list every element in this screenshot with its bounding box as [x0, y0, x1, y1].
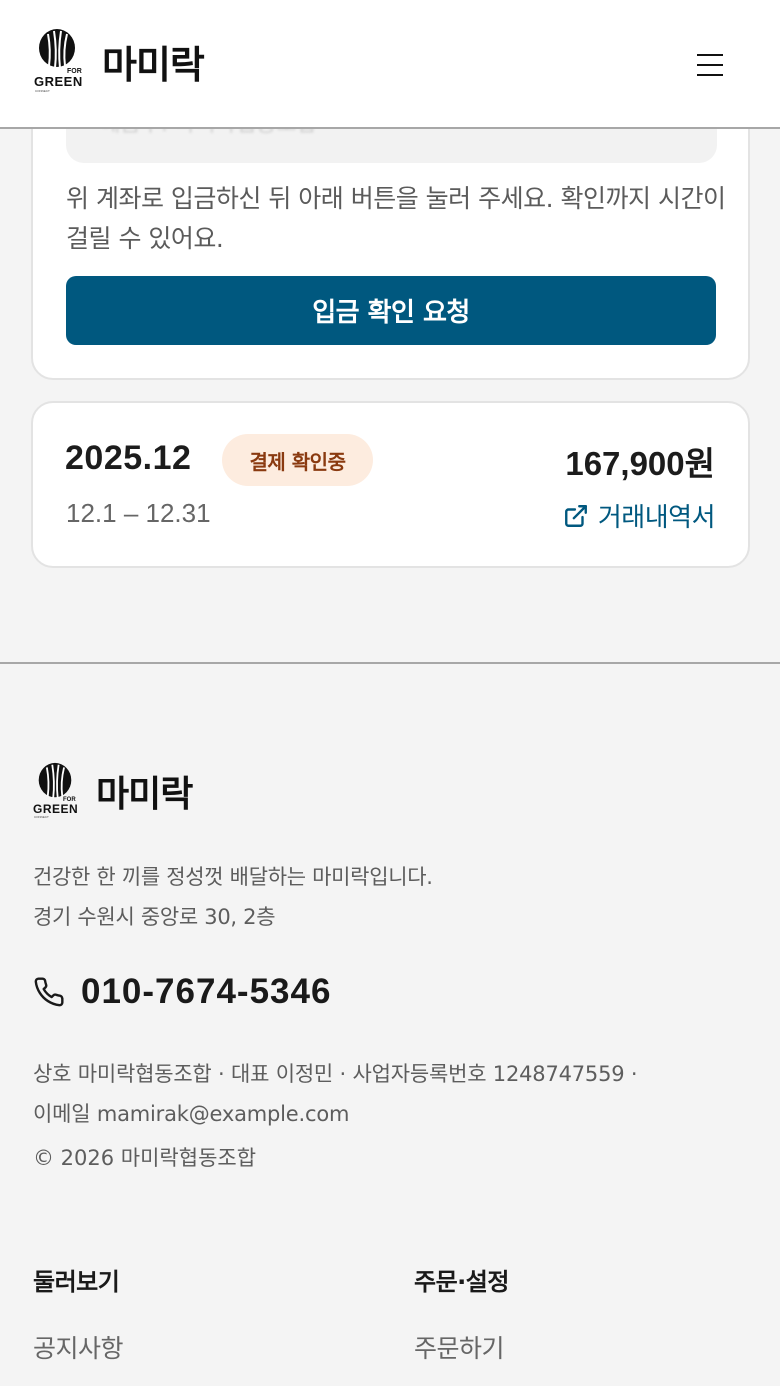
statement-link[interactable]: 거래내역서: [563, 497, 716, 534]
company-tagline: 건강한 한 끼를 정성껏 배달하는 마미락입니다.: [33, 865, 433, 889]
header-logo[interactable]: FOR GREEN CONNECT 마미락: [34, 28, 205, 94]
company-address: 경기 수원시 중앙로 30, 2층: [33, 905, 276, 929]
footer-link-order[interactable]: 주문하기: [414, 1329, 509, 1365]
copyright: © 2026 마미락협동조합: [33, 1146, 257, 1170]
site-footer: FOR GREEN CONNECT 마미락 건강한 한 끼를 정성껏 배달하는 …: [0, 662, 780, 1386]
billing-month: 2025.12: [65, 439, 192, 477]
billing-card[interactable]: 2025.12 결제 확인중 167,900원 12.1 – 12.31 거래내…: [31, 401, 750, 568]
footer-logo[interactable]: FOR GREEN CONNECT 마미락: [33, 762, 193, 820]
brand-name: 마미락: [102, 42, 205, 87]
footer-column-order: 주문·설정 주문하기: [414, 1262, 509, 1365]
phone-number: 010-7674-5346: [81, 972, 332, 1011]
status-badge: 결제 확인중: [222, 434, 373, 486]
business-email: 이메일 mamirak@example.com: [33, 1102, 350, 1126]
footer-description: 건강한 한 끼를 정성껏 배달하는 마미락입니다. 경기 수원시 중앙로 30,…: [33, 857, 433, 937]
deposit-notice: 위 계좌로 입금하신 뒤 아래 버튼을 눌러 주세요. 확인까지 시간이 걸릴 …: [66, 184, 726, 253]
phone-icon: [34, 977, 64, 1007]
business-info: 상호 마미락협동조합 · 대표 이정민 · 사업자등록번호 1248747559…: [33, 1054, 753, 1134]
hamburger-menu-icon[interactable]: [697, 52, 725, 78]
footer-column-browse: 둘러보기 공지사항: [33, 1262, 124, 1365]
leaf-logo-icon: FOR GREEN CONNECT: [34, 28, 84, 94]
leaf-logo-icon: FOR GREEN CONNECT: [33, 762, 79, 820]
external-link-icon: [564, 504, 587, 527]
deposit-confirm-button[interactable]: 입금 확인 요청: [66, 276, 716, 345]
billing-amount: 167,900원: [565, 445, 715, 482]
business-info-line: 상호 마미락협동조합 · 대표 이정민 · 사업자등록번호 1248747559…: [33, 1062, 638, 1086]
statement-link-label: 거래내역서: [597, 503, 716, 533]
app-header: FOR GREEN CONNECT 마미락: [0, 0, 780, 129]
billing-period: 12.1 – 12.31: [66, 498, 211, 528]
footer-link-notice[interactable]: 공지사항: [33, 1329, 124, 1365]
footer-brand-name: 마미락: [96, 774, 193, 815]
footer-column-heading: 주문·설정: [414, 1268, 509, 1296]
footer-phone[interactable]: 010-7674-5346: [33, 972, 331, 1012]
footer-column-heading: 둘러보기: [33, 1268, 120, 1296]
